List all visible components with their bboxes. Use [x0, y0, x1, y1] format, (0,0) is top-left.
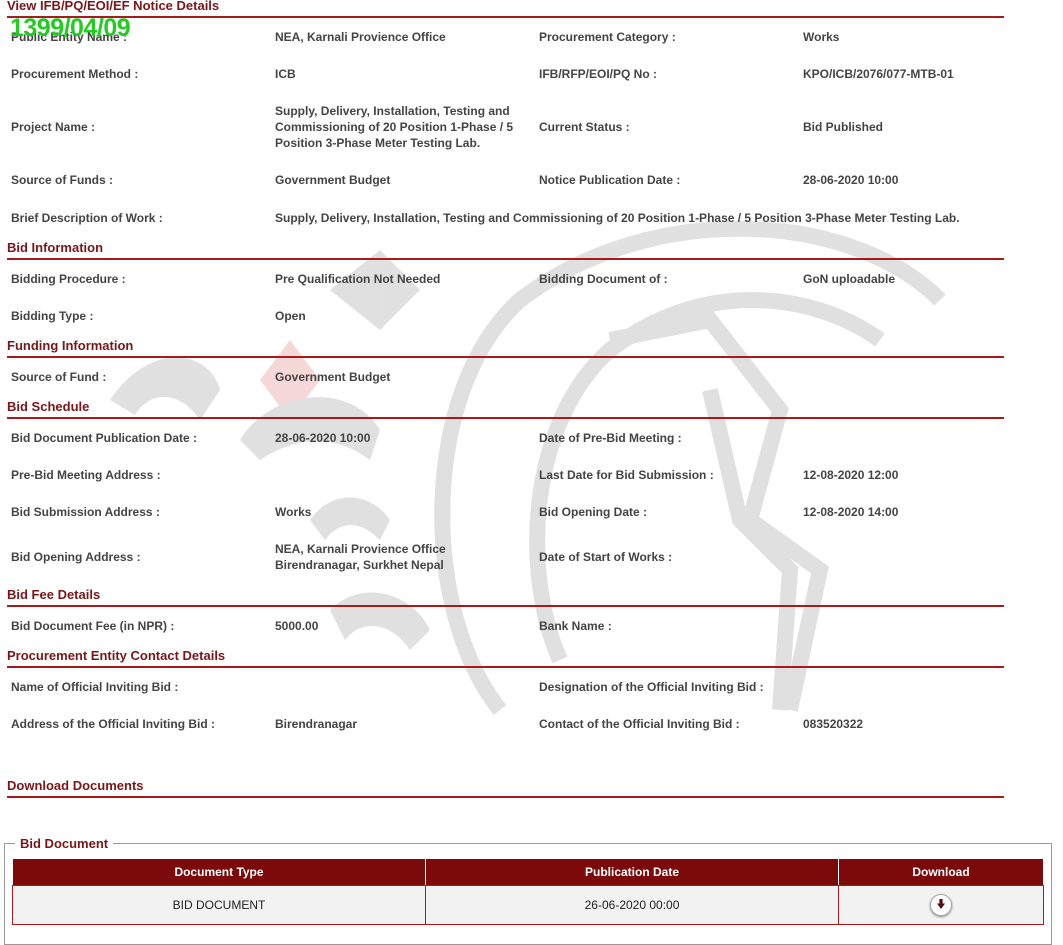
row-bid-fee: Bid Document Fee (in NPR) : 5000.00 Bank… — [0, 618, 1005, 634]
row-official-name: Name of Official Inviting Bid : Designat… — [0, 679, 1005, 695]
row-bidding-type: Bidding Type : Open — [0, 308, 1005, 324]
download-icon[interactable] — [930, 894, 952, 916]
procurement-method-value: ICB — [275, 67, 296, 81]
last-date-label: Last Date for Bid Submission : — [539, 468, 714, 482]
download-cell — [838, 885, 1044, 925]
current-status-label: Current Status : — [539, 120, 630, 134]
bid-document-legend: Bid Document — [15, 836, 114, 851]
doc-pub-date-label: Bid Document Publication Date : — [11, 431, 198, 445]
procurement-category-label: Procurement Category : — [539, 30, 676, 44]
official-name-label: Name of Official Inviting Bid : — [11, 680, 179, 694]
public-entity-value: NEA, Karnali Provience Office — [275, 30, 446, 44]
publication-date-cell: 26-06-2020 00:00 — [425, 885, 839, 925]
notice-pub-date-label: Notice Publication Date : — [539, 173, 681, 187]
row-brief-description: Brief Description of Work : Supply, Deli… — [0, 210, 1005, 226]
designation-label: Designation of the Official Inviting Bid… — [539, 680, 764, 694]
brief-desc-value: Supply, Delivery, Installation, Testing … — [275, 211, 960, 225]
row-source-of-funds: Source of Funds : Government Budget Noti… — [0, 172, 1005, 188]
section-bid-schedule: Bid Schedule — [7, 399, 1004, 419]
col-document-type: Document Type — [12, 858, 426, 886]
source-of-funds-label: Source of Funds : — [11, 173, 113, 187]
doc-pub-date-value: 28-06-2020 10:00 — [275, 431, 371, 445]
row-submission-address: Bid Submission Address : Works Bid Openi… — [0, 504, 1005, 520]
col-publication-date: Publication Date — [425, 858, 839, 886]
row-source-of-fund: Source of Fund : Government Budget — [0, 369, 1005, 385]
source-of-fund-value: Government Budget — [275, 370, 391, 384]
submission-address-label: Bid Submission Address : — [11, 505, 160, 519]
last-date-value: 12-08-2020 12:00 — [803, 468, 899, 482]
bidding-document-value: GoN uploadable — [803, 272, 896, 286]
row-opening-address: Bid Opening Address : NEA, Karnali Provi… — [0, 541, 1005, 573]
table-row: BID DOCUMENT 26-06-2020 00:00 — [12, 885, 1044, 925]
procurement-method-label: Procurement Method : — [11, 67, 139, 81]
opening-address-label: Bid Opening Address : — [11, 550, 141, 564]
bid-document-fieldset: Bid Document Document Type Publication D… — [4, 836, 1052, 945]
submission-address-value: Works — [275, 505, 312, 519]
row-pre-bid-address: Pre-Bid Meeting Address : Last Date for … — [0, 467, 1005, 483]
row-doc-pub-date: Bid Document Publication Date : 28-06-20… — [0, 430, 1005, 446]
bid-fee-value: 5000.00 — [275, 619, 319, 633]
project-name-value: Supply, Delivery, Installation, Testing … — [275, 104, 514, 150]
section-bid-information: Bid Information — [7, 240, 1004, 260]
section-bid-fee: Bid Fee Details — [7, 587, 1004, 607]
source-of-funds-value: Government Budget — [275, 173, 391, 187]
project-name-label: Project Name : — [11, 120, 96, 134]
opening-date-value: 12-08-2020 14:00 — [803, 505, 899, 519]
document-type-cell: BID DOCUMENT — [12, 885, 426, 925]
official-contact-label: Contact of the Official Inviting Bid : — [539, 717, 740, 731]
row-bidding-procedure: Bidding Procedure : Pre Qualification No… — [0, 271, 1005, 287]
section-contact-details: Procurement Entity Contact Details — [7, 648, 1004, 668]
col-download: Download — [838, 858, 1044, 886]
start-of-works-label: Date of Start of Works : — [539, 550, 673, 564]
row-project-name: Project Name : Supply, Delivery, Install… — [0, 103, 1005, 151]
official-contact-value: 083520322 — [803, 717, 864, 731]
bidding-type-value: Open — [275, 309, 306, 323]
bidding-document-label: Bidding Document of : — [539, 272, 668, 286]
source-of-fund-label: Source of Fund : — [11, 370, 107, 384]
opening-date-label: Bid Opening Date : — [539, 505, 647, 519]
page-title: View IFB/PQ/EOI/EF Notice Details — [7, 0, 1004, 18]
pre-bid-address-label: Pre-Bid Meeting Address : — [11, 468, 161, 482]
table-header-row: Document Type Publication Date Download — [12, 858, 1044, 886]
bidding-type-label: Bidding Type : — [11, 309, 94, 323]
row-procurement-method: Procurement Method : ICB IFB/RFP/EOI/PQ … — [0, 66, 1005, 82]
official-address-label: Address of the Official Inviting Bid : — [11, 717, 216, 731]
date-stamp: 1399/04/09 — [10, 14, 131, 42]
opening-address-value: NEA, Karnali Provience Office Birendrana… — [275, 542, 446, 572]
bidding-procedure-label: Bidding Procedure : — [11, 272, 126, 286]
ifb-no-label: IFB/RFP/EOI/PQ No : — [539, 67, 658, 81]
official-address-value: Birendranagar — [275, 717, 358, 731]
current-status-value: Bid Published — [803, 120, 884, 134]
notice-pub-date-value: 28-06-2020 10:00 — [803, 173, 899, 187]
ifb-no-value: KPO/ICB/2076/077-MTB-01 — [803, 67, 954, 81]
bidding-procedure-value: Pre Qualification Not Needed — [275, 272, 441, 286]
section-funding-information: Funding Information — [7, 338, 1004, 358]
row-official-address: Address of the Official Inviting Bid : B… — [0, 716, 1005, 732]
documents-table: Document Type Publication Date Download … — [12, 858, 1044, 925]
section-download-documents: Download Documents — [7, 778, 1004, 798]
pre-bid-meeting-date-label: Date of Pre-Bid Meeting : — [539, 431, 682, 445]
bid-fee-label: Bid Document Fee (in NPR) : — [11, 619, 175, 633]
row-public-entity: Public Entity Name : NEA, Karnali Provie… — [0, 29, 1005, 45]
procurement-category-value: Works — [803, 30, 840, 44]
bank-name-label: Bank Name : — [539, 619, 612, 633]
brief-desc-label: Brief Description of Work : — [11, 211, 163, 225]
